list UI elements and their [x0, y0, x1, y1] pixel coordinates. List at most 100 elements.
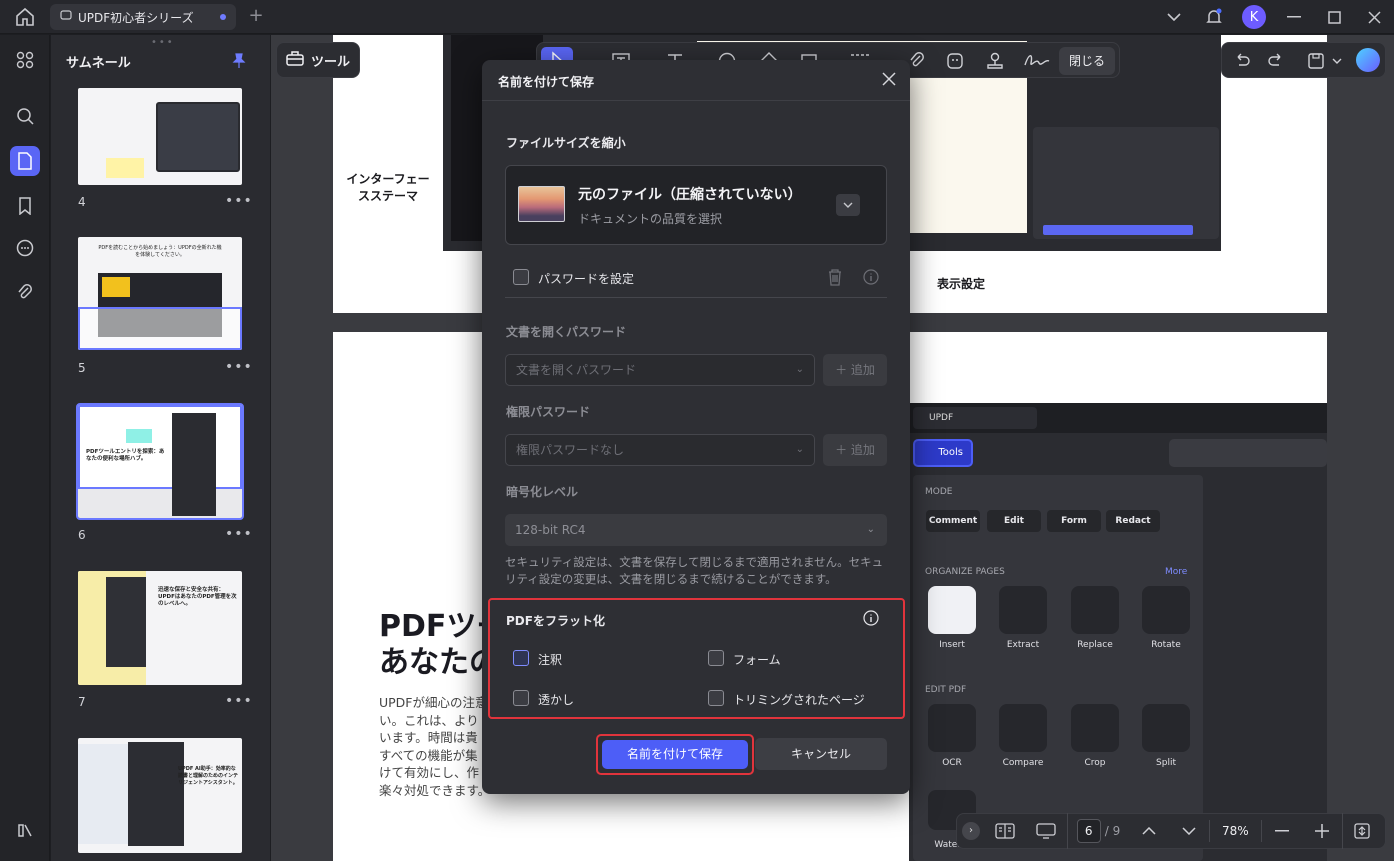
flatten-forms-label: フォーム — [733, 653, 781, 667]
embedded-dialog — [1033, 127, 1219, 239]
window-controls: K — [1154, 0, 1394, 34]
bookmark-icon[interactable] — [10, 191, 40, 221]
title-bar: UPDF初心者シリーズ + K — [0, 0, 1394, 34]
tile-label: OCR — [942, 758, 962, 768]
flatten-cropped-checkbox[interactable] — [708, 690, 724, 706]
attachment-icon[interactable] — [10, 278, 40, 308]
flatten-forms-checkbox[interactable] — [708, 650, 724, 666]
page-thumbnail-4[interactable] — [78, 88, 242, 185]
mode-comment: Comment — [926, 510, 980, 532]
encryption-level-select[interactable]: 128-bit RC4 ⌄ — [505, 514, 887, 546]
annotation-label-interface: インターフェースステーマ — [346, 172, 430, 203]
flatten-annotations-checkbox[interactable] — [513, 650, 529, 666]
compression-title: 元のファイル（圧縮されていない） — [578, 187, 802, 203]
redo-icon[interactable] — [1266, 51, 1288, 71]
cancel-button[interactable]: キャンセル — [755, 738, 887, 770]
chevron-down-icon: ⌄ — [795, 364, 804, 375]
search-icon[interactable] — [10, 101, 40, 131]
set-password-checkbox[interactable] — [513, 269, 529, 285]
ai-assistant-icon[interactable] — [1356, 48, 1380, 72]
dialog-divider — [482, 100, 910, 101]
thumbnail-more-button[interactable]: ••• — [225, 359, 253, 375]
close-window-button[interactable] — [1354, 0, 1394, 34]
more-link: More — [1165, 567, 1188, 577]
thumbnail-note — [106, 158, 144, 178]
comment-list-icon[interactable] — [10, 233, 40, 263]
sticker-icon[interactable] — [945, 51, 967, 71]
zoom-out-icon[interactable] — [1262, 813, 1302, 849]
info-icon[interactable] — [863, 610, 879, 626]
page-thumbnail-7[interactable]: 迅速な保存と安全な共有：UPDFはあなたのPDF管理を次のレベルへ。 — [78, 571, 242, 685]
notification-bell-icon[interactable] — [1194, 0, 1234, 34]
compare-tile-icon — [999, 704, 1047, 752]
set-password-label: パスワードを設定 — [538, 272, 635, 286]
new-tab-button[interactable]: + — [246, 6, 266, 26]
current-page-input[interactable]: 6 — [1076, 819, 1101, 843]
zoom-in-icon[interactable] — [1302, 813, 1342, 849]
zoom-value: 78% — [1209, 820, 1262, 842]
panel-drag-handle[interactable]: ••• — [151, 37, 175, 48]
add-permission-password-button[interactable]: ＋ 追加 — [823, 434, 887, 466]
collapse-bar-button[interactable]: › — [957, 813, 985, 849]
thumbnail-more-button[interactable]: ••• — [225, 193, 253, 209]
presentation-icon[interactable] — [1025, 813, 1067, 849]
stamp-icon[interactable] — [985, 51, 1007, 71]
chevron-down-icon[interactable] — [1154, 0, 1194, 34]
compression-selector[interactable]: 元のファイル（圧縮されていない） ドキュメントの品質を選択 — [505, 165, 887, 245]
permission-password-field[interactable]: 権限パスワードなし ⌄ — [505, 434, 815, 466]
layers-icon[interactable] — [10, 815, 40, 845]
permission-password-placeholder: 権限パスワードなし — [516, 443, 625, 457]
page-thumbnail-5[interactable]: PDFを読むことから始めましょう：UPDFの全新れた機を体験してください。 — [78, 237, 242, 350]
save-as-button[interactable]: 名前を付けて保存 — [602, 740, 748, 769]
permission-password-label: 権限パスワード — [506, 405, 591, 419]
trash-icon[interactable] — [826, 267, 844, 287]
add-open-password-button[interactable]: ＋ 追加 — [823, 354, 887, 386]
attach-file-icon[interactable] — [907, 51, 929, 71]
page-heading-line2: あなたの — [379, 645, 499, 680]
fit-page-icon[interactable] — [1341, 813, 1382, 849]
thumbnail-more-button[interactable]: ••• — [225, 526, 253, 542]
home-icon[interactable] — [14, 7, 36, 27]
zoom-level[interactable]: 78% — [1209, 813, 1262, 849]
undo-icon[interactable] — [1232, 51, 1254, 71]
document-tab[interactable]: UPDF初心者シリーズ — [50, 4, 236, 30]
save-disk-icon[interactable] — [1306, 51, 1328, 71]
total-pages: / 9 — [1104, 824, 1121, 838]
chevron-down-icon: ⌄ — [866, 524, 875, 535]
maximize-button[interactable] — [1314, 0, 1354, 34]
body-line: います。時間は貴 — [379, 730, 478, 745]
signature-icon[interactable] — [1023, 51, 1051, 71]
open-password-field[interactable]: 文書を開くパスワード ⌄ — [505, 354, 815, 386]
flatten-watermark-checkbox[interactable] — [513, 690, 529, 706]
apps-grid-icon[interactable] — [10, 45, 40, 75]
close-icon[interactable] — [880, 70, 898, 88]
tile-label: Crop — [1084, 758, 1106, 768]
embedded-titlebar: UPDF — [909, 403, 1327, 433]
page-thumbnail-8[interactable]: UPDF AI助手：効率的な読書と理解のためのインテリジェントアシスタント。 — [78, 738, 242, 853]
thumbnail-yellow-block — [102, 277, 130, 297]
embedded-tools-button: Tools — [913, 439, 973, 467]
thumbnail-page-icon[interactable] — [10, 146, 40, 176]
page-layout-icon[interactable] — [985, 813, 1025, 849]
thumbnail-title-text: 迅速な保存と安全な共有：UPDFはあなたのPDF管理を次のレベルへ。 — [158, 587, 237, 607]
thumbnail-number: 5 — [78, 361, 86, 375]
info-icon[interactable] — [863, 269, 879, 285]
mode-redact: Redact — [1106, 510, 1160, 532]
pin-icon[interactable] — [232, 53, 246, 69]
chevron-down-icon[interactable] — [1332, 51, 1344, 71]
save-button-highlight: 名前を付けて保存 — [596, 734, 754, 775]
page-thumbnail-6[interactable]: PDFツールエントリを探索：あなたの便利な場所ハブ。 — [76, 403, 244, 520]
thumbnail-title-text: PDFツールエントリを探索：あなたの便利な場所ハブ。 — [86, 449, 165, 462]
compression-subtitle: ドキュメントの品質を選択 — [578, 212, 723, 226]
flatten-watermark-label: 透かし — [538, 693, 575, 707]
thumbnail-more-button[interactable]: ••• — [225, 693, 253, 709]
minimize-button[interactable] — [1274, 0, 1314, 34]
split-tile-icon — [1142, 704, 1190, 752]
tile-label: Extract — [1006, 640, 1040, 650]
chevron-down-icon[interactable] — [836, 194, 860, 216]
tools-button[interactable]: ツール — [276, 42, 360, 78]
avatar-button[interactable]: K — [1234, 0, 1274, 34]
previous-page-icon[interactable] — [1129, 813, 1169, 849]
next-page-icon[interactable] — [1169, 813, 1209, 849]
close-annotation-button[interactable]: 閉じる — [1058, 47, 1115, 75]
